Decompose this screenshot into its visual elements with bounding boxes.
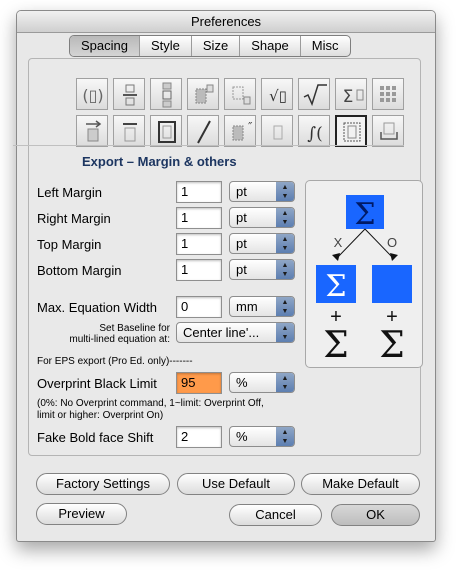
summation-icon[interactable]: Σ [335,78,367,110]
tab-style[interactable]: Style [140,36,192,56]
tab-shape[interactable]: Shape [240,36,301,56]
underbrace-icon[interactable] [372,115,404,147]
baseline-select[interactable]: Center line'... ▲ ▼ [176,322,295,343]
slash-icon[interactable] [187,115,219,147]
tab-misc[interactable]: Misc [301,36,350,56]
svg-text:″: ″ [248,120,253,134]
overprint-note-line1: (0%: No Overprint command, 1~limit: Over… [37,398,264,409]
square-root-icon[interactable] [298,78,330,110]
right-sigma-box [372,265,412,303]
branch-off-label: X [334,235,343,250]
top-margin-input[interactable]: 1 [176,233,222,255]
operator-icon[interactable] [261,115,293,147]
left-margin-unit-select[interactable]: pt ▲ ▼ [229,181,295,202]
make-default-button[interactable]: Make Default [301,473,420,495]
overprint-unit: % [236,375,248,390]
right-margin-unit: pt [236,210,247,225]
tab-spacing[interactable]: Spacing [70,36,140,56]
subscript-spacing-icon[interactable] [224,78,256,110]
fraction-spacing-icon[interactable] [113,78,145,110]
svg-text:Σ: Σ [343,87,354,107]
max-width-unit-select[interactable]: mm ▲ ▼ [229,296,295,317]
svg-text:(▯): (▯) [82,86,103,105]
left-margin-label: Left Margin [37,185,103,200]
bottom-margin-unit-select[interactable]: pt ▲ ▼ [229,259,295,280]
branch-on-label: O [387,235,397,250]
box-icon[interactable] [150,115,182,147]
superscript-spacing-icon[interactable] [187,78,219,110]
fake-bold-unit: % [236,429,248,444]
baseline-value: Center line'... [183,325,260,340]
max-width-label: Max. Equation Width [37,300,157,315]
spacing-category-grid: (▯) √▯ Σ ″ ∫( [76,78,410,148]
section-title: Export – Margin & others [82,154,237,169]
overprint-input[interactable]: 95 [176,372,222,394]
top-margin-label: Top Margin [37,237,102,252]
eps-export-note: For EPS export (Pro Ed. only)------- [37,356,193,367]
popup-arrows-icon: ▲ ▼ [276,427,294,446]
bottom-margin-label: Bottom Margin [37,263,122,278]
svg-text:√▯: √▯ [269,87,287,105]
popup-arrows-icon: ▲ ▼ [276,260,294,279]
parentheses-spacing-icon[interactable]: (▯) [76,78,108,110]
prime-icon[interactable]: ″ [224,115,256,147]
overprint-diagram-svg: Σ X O Σ + + Σ Σ [316,195,412,366]
right-black-sigma: Σ [379,325,404,366]
baseline-label-line2: multi-lined equation at: [69,334,170,345]
fake-bold-unit-select[interactable]: % ▲ ▼ [229,426,295,447]
popup-arrows-icon: ▲ ▼ [276,297,294,316]
svg-text:∫(: ∫( [307,124,323,144]
left-margin-unit: pt [236,184,247,199]
top-sigma: Σ [354,197,375,232]
matrix-icon[interactable] [372,78,404,110]
right-margin-label: Right Margin [37,211,111,226]
bottom-margin-unit: pt [236,262,247,277]
popup-arrows-icon: ▲ ▼ [276,182,294,201]
arrow-accent-icon[interactable] [76,115,108,147]
window-title: Preferences [17,11,435,33]
right-margin-unit-select[interactable]: pt ▲ ▼ [229,207,295,228]
popup-arrows-icon: ▲ ▼ [276,234,294,253]
preview-button[interactable]: Preview [36,503,127,525]
right-arrowhead [390,253,398,261]
cancel-button[interactable]: Cancel [229,504,322,526]
max-width-input[interactable]: 0 [176,296,222,318]
factory-settings-button[interactable]: Factory Settings [36,473,170,495]
ok-button[interactable]: OK [331,504,420,526]
baseline-label-line1: Set Baseline for [99,323,170,334]
fake-bold-input[interactable]: 2 [176,426,222,448]
popup-arrows-icon: ▲ ▼ [276,208,294,227]
fake-bold-label: Fake Bold face Shift [37,430,154,445]
left-sigma-knockout: Σ [325,269,346,304]
top-margin-unit-select[interactable]: pt ▲ ▼ [229,233,295,254]
tab-size[interactable]: Size [192,36,241,56]
overprint-diagram: Σ X O Σ + + Σ Σ [305,180,423,368]
export-margin-icon[interactable] [335,115,367,147]
popup-arrows-icon: ▲ ▼ [276,323,294,342]
overprint-unit-select[interactable]: % ▲ ▼ [229,372,295,393]
left-margin-input[interactable]: 1 [176,181,222,203]
integral-icon[interactable]: ∫( [298,115,330,147]
overbar-icon[interactable] [113,115,145,147]
right-margin-input[interactable]: 1 [176,207,222,229]
overprint-label: Overprint Black Limit [37,376,157,391]
stack-spacing-icon[interactable] [150,78,182,110]
bottom-margin-input[interactable]: 1 [176,259,222,281]
tab-bar: Spacing Style Size Shape Misc [69,35,351,57]
nth-root-icon[interactable]: √▯ [261,78,293,110]
section-divider [13,145,404,146]
popup-arrows-icon: ▲ ▼ [276,373,294,392]
left-black-sigma: Σ [323,325,348,366]
top-margin-unit: pt [236,236,247,251]
left-arrowhead [332,253,340,261]
use-default-button[interactable]: Use Default [177,473,295,495]
overprint-note-line2: limit or higher: Overprint On) [37,410,164,421]
max-width-unit: mm [236,299,258,314]
